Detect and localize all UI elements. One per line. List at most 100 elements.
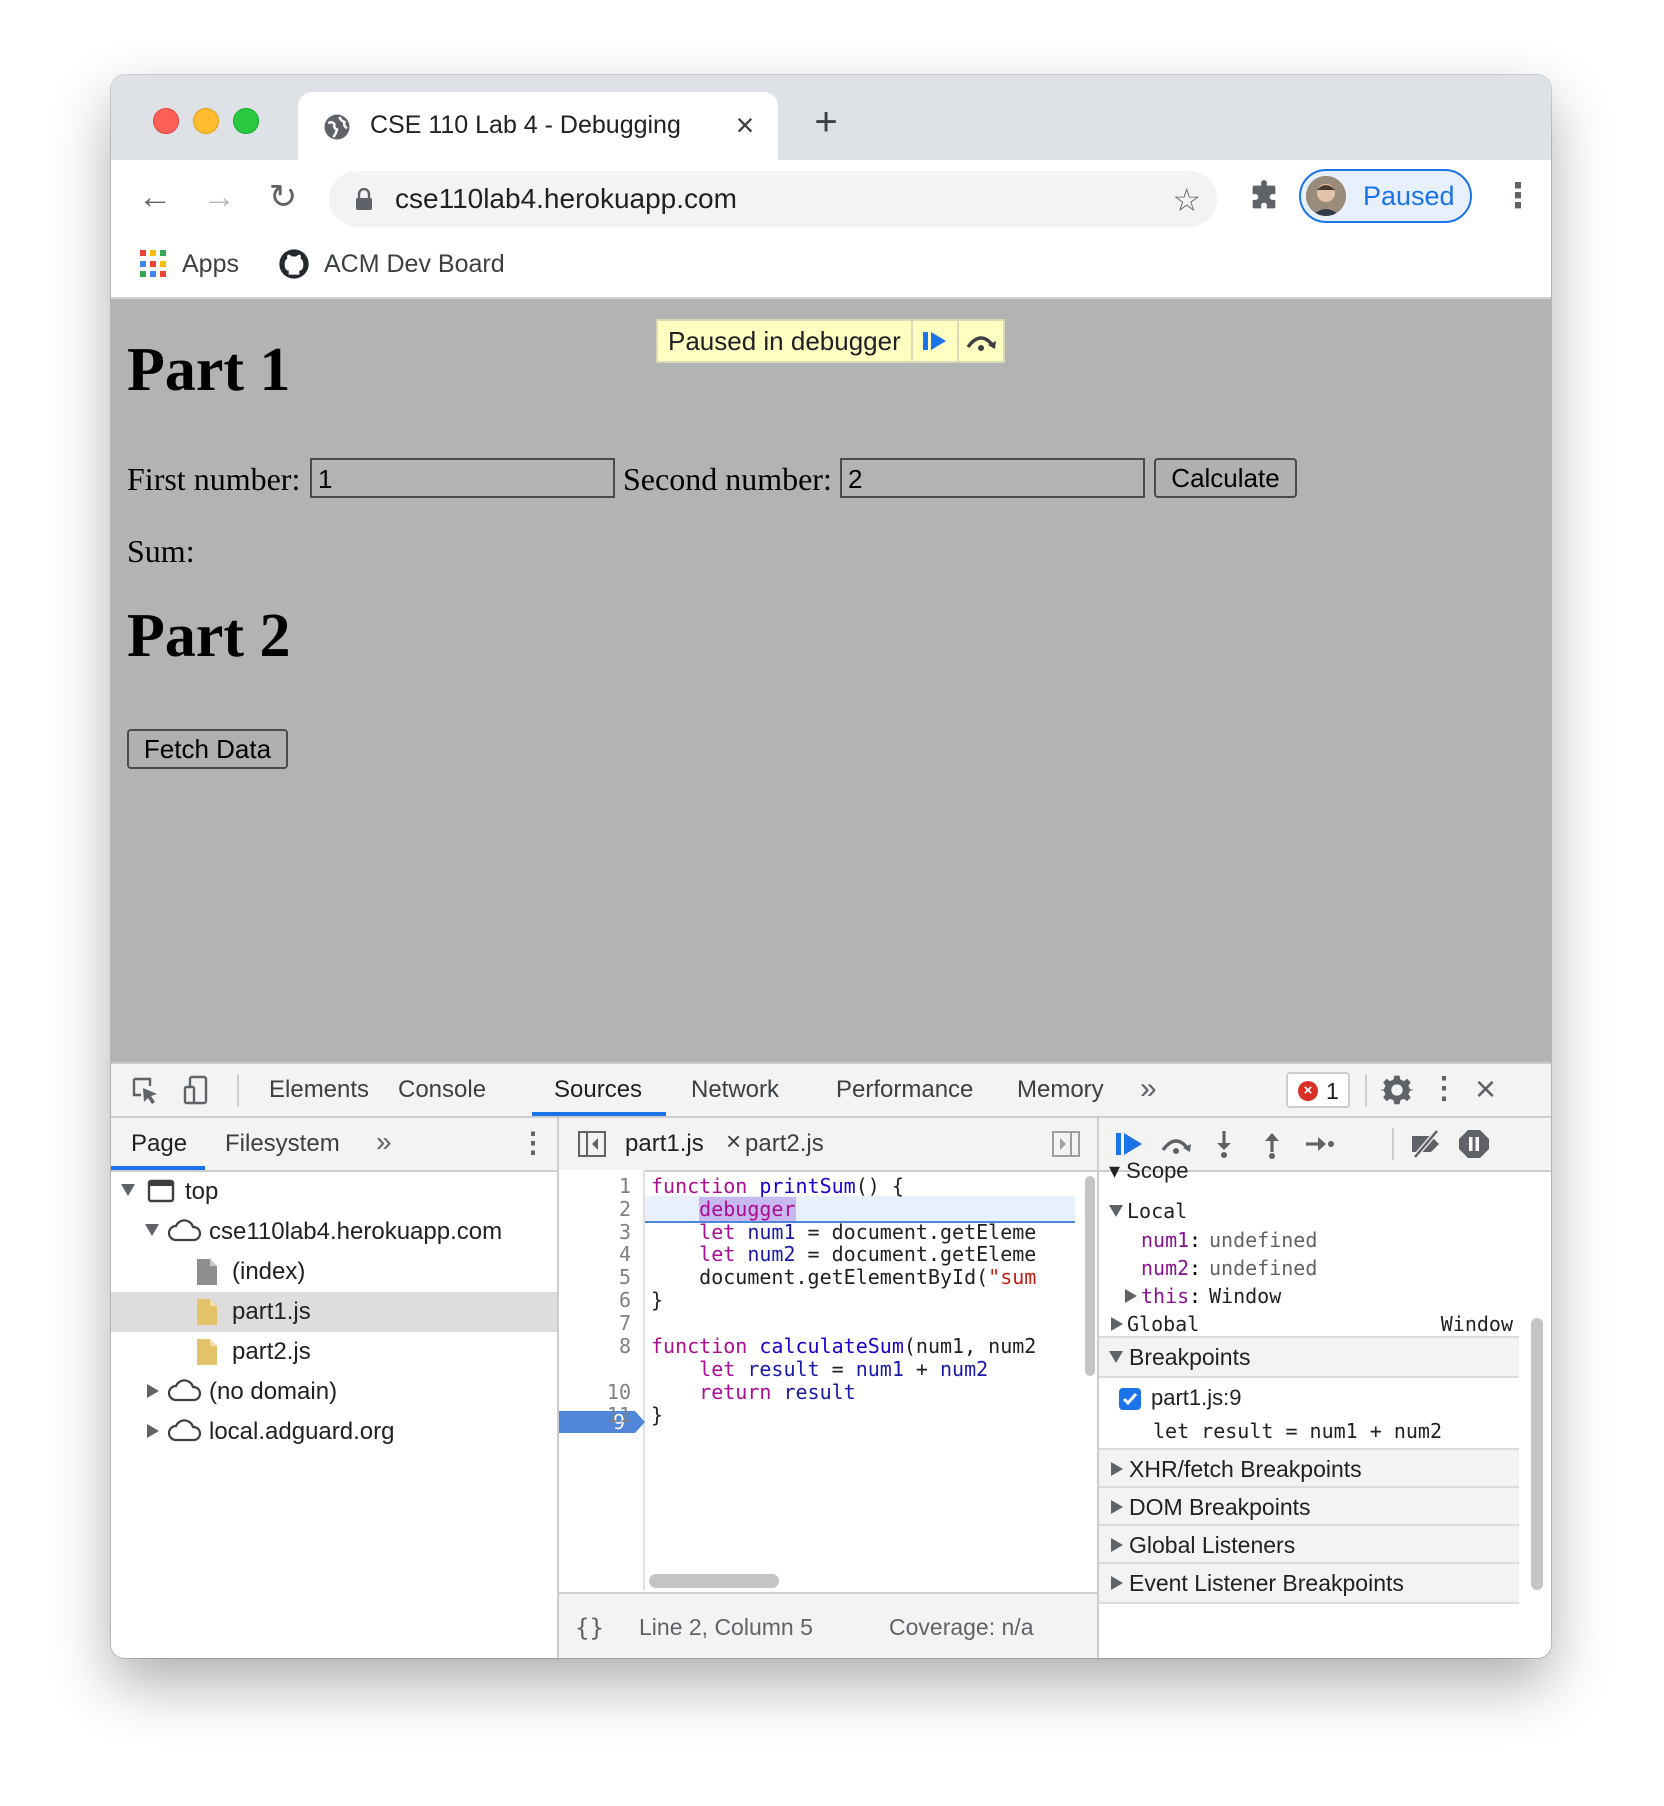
pretty-print-braces-icon[interactable]: {} [575,1614,604,1642]
global-listeners-header[interactable]: Global Listeners [1099,1524,1519,1566]
section-label: DOM Breakpoints [1129,1494,1311,1520]
github-icon [279,249,309,279]
resume-icon[interactable] [1113,1128,1147,1160]
devtools-divider [1365,1074,1367,1106]
tree-item-index[interactable]: (index) [111,1252,557,1292]
collapse-arrow-icon [1111,1500,1123,1514]
code-line: } [651,1403,664,1427]
scope-label: Scope [1126,1158,1189,1183]
expand-arrow-icon [1109,1351,1123,1363]
extensions-puzzle-icon[interactable] [1247,180,1281,214]
browser-menu-icon[interactable]: ⋮ [1501,178,1535,216]
tab-memory[interactable]: Memory [1017,1076,1104,1104]
lock-icon [356,188,372,210]
global-label: Global [1127,1312,1200,1336]
editor-tab-part1-js[interactable]: part1.js [625,1130,704,1158]
code-line: debugger [699,1197,796,1221]
device-toolbar-icon[interactable] [181,1074,213,1106]
error-count-badge[interactable]: × 1 [1286,1072,1350,1108]
tab-filesystem[interactable]: Filesystem [225,1130,340,1158]
tab-elements[interactable]: Elements [269,1076,369,1104]
breakpoints-section-header[interactable]: Breakpoints [1099,1336,1519,1378]
second-number-label: Second number: [623,461,832,497]
tree-item-top[interactable]: top [111,1172,557,1212]
cursor-position: Line 2, Column 5 [639,1614,813,1640]
tree-item-adguard[interactable]: local.adguard.org [111,1412,557,1452]
close-window-button[interactable] [153,108,179,134]
sidebar-scrollbar[interactable] [1531,1318,1543,1590]
tree-item-no-domain[interactable]: (no domain) [111,1372,557,1412]
paused-in-debugger-banner: Paused in debugger [656,319,1005,363]
second-number-input[interactable]: 2 [840,458,1145,498]
fetch-data-button[interactable]: Fetch Data [127,729,288,769]
close-devtools-icon[interactable]: × [1475,1068,1496,1110]
breakpoint-item[interactable]: part1.js:9 let result = num1 + num2 [1099,1378,1519,1448]
collapse-arrow-icon [1111,1317,1123,1331]
event-listener-breakpoints-header[interactable]: Event Listener Breakpoints [1099,1562,1519,1604]
close-tab-icon[interactable]: × [730,109,760,141]
tree-label: part1.js [232,1298,311,1325]
forward-arrow-icon[interactable]: → [200,178,238,216]
new-tab-icon[interactable]: + [808,102,844,142]
bookmark-star-icon[interactable]: ☆ [1172,181,1201,219]
tab-console[interactable]: Console [398,1076,486,1104]
profile-button[interactable]: Paused [1299,169,1472,223]
resume-button[interactable] [910,321,957,361]
line-number-gutter[interactable]: 1 2 3 4 5 6 7 8 9 10 11 [559,1170,645,1590]
breakpoint-checkbox[interactable] [1119,1388,1141,1410]
step-over-button[interactable] [956,321,1003,361]
navigator-menu-icon[interactable]: ⋮ [519,1126,547,1159]
error-icon: × [1298,1081,1318,1101]
dom-breakpoints-header[interactable]: DOM Breakpoints [1099,1486,1519,1528]
maximize-window-button[interactable] [233,108,259,134]
calculate-button[interactable]: Calculate [1154,458,1297,498]
editor-horizontal-scrollbar[interactable] [649,1574,779,1588]
step-over-icon[interactable] [1159,1128,1193,1160]
code-line: } [651,1288,664,1312]
devtools-menu-icon[interactable]: ⋮ [1429,1071,1459,1106]
line-number: 11 [606,1403,631,1427]
heading-part-2: Part 2 [127,602,291,670]
tree-item-domain[interactable]: cse110lab4.herokuapp.com [111,1212,557,1252]
xhr-breakpoints-header[interactable]: XHR/fetch Breakpoints [1099,1448,1519,1490]
editor-tab-part2-js[interactable]: part2.js [745,1130,824,1158]
editor-status-bar: {} Line 2, Column 5 Coverage: n/a [559,1592,1097,1658]
tree-item-part1-js[interactable]: part1.js [111,1292,557,1332]
more-tabs-chevron-icon[interactable]: » [376,1126,392,1158]
expand-arrow-icon [1109,1205,1123,1217]
editor-vertical-scrollbar[interactable] [1085,1176,1095,1376]
reload-icon[interactable]: ↻ [264,178,302,216]
tab-page[interactable]: Page [131,1130,187,1158]
toggle-navigator-icon[interactable] [577,1130,607,1158]
first-number-input[interactable]: 1 [310,458,615,498]
section-label: Global Listeners [1129,1532,1296,1558]
bookmark-apps[interactable]: Apps [140,244,239,284]
close-editor-tab-icon[interactable]: × [726,1126,741,1157]
toggle-debugger-icon[interactable] [1051,1130,1081,1158]
address-bar[interactable]: cse110lab4.herokuapp.com ☆ [329,171,1217,227]
step-out-icon[interactable] [1255,1128,1289,1160]
pause-on-exceptions-icon[interactable] [1457,1128,1491,1160]
browser-tab[interactable]: CSE 110 Lab 4 - Debugging × [298,92,778,160]
gear-icon[interactable] [1380,1073,1414,1107]
bookmark-acm-dev-board[interactable]: ACM Dev Board [278,244,505,284]
code-line: let num2 = document.getEleme [699,1242,1037,1266]
scope-section-header[interactable]: ▾ Scope [1109,1158,1189,1184]
back-arrow-icon[interactable]: ← [136,178,174,216]
sources-navigator: Page Filesystem » ⋮ top cse110lab4.herok… [111,1118,559,1658]
tab-performance[interactable]: Performance [836,1076,973,1104]
sum-label: Sum: [127,533,195,569]
breakpoints-label: Breakpoints [1129,1344,1251,1370]
tab-network[interactable]: Network [691,1076,779,1104]
step-into-icon[interactable] [1207,1128,1241,1160]
code-content[interactable]: function printSum() { debugger let num1 … [645,1170,1075,1574]
tree-item-part2-js[interactable]: part2.js [111,1332,557,1372]
step-icon[interactable] [1303,1128,1337,1160]
deactivate-breakpoints-icon[interactable] [1409,1128,1443,1160]
inspect-element-icon[interactable] [129,1074,161,1106]
tab-sources[interactable]: Sources [554,1076,642,1104]
minimize-window-button[interactable] [193,108,219,134]
breakpoint-location: part1.js:9 [1151,1385,1242,1410]
more-tabs-chevron-icon[interactable]: » [1140,1072,1157,1106]
tree-label: local.adguard.org [209,1418,395,1445]
